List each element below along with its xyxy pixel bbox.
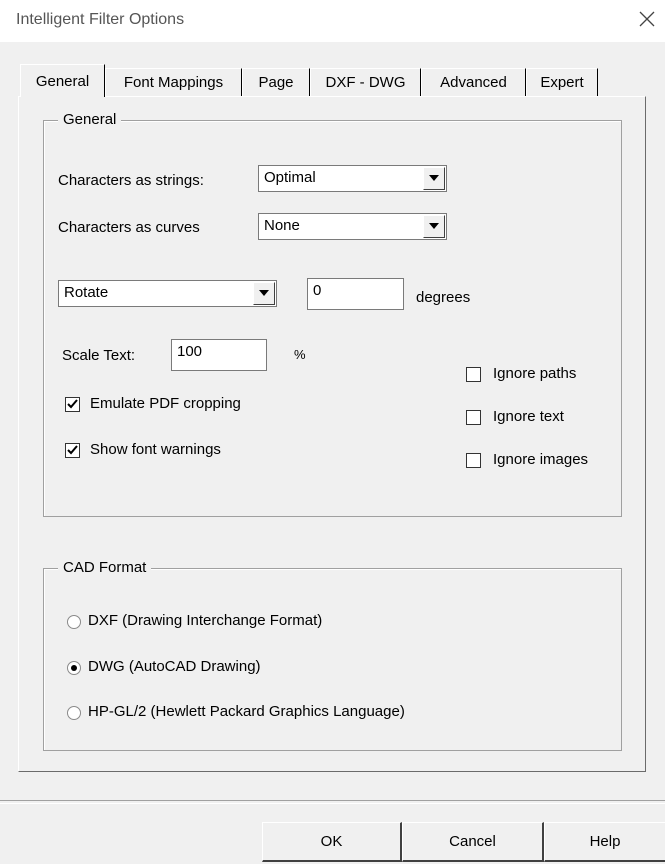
dxf-radio[interactable]: [67, 615, 81, 629]
hpgl-radio[interactable]: [67, 706, 81, 720]
chars-as-curves-value: None: [264, 217, 300, 234]
cad-format-group-title: CAD Format: [58, 559, 152, 576]
scale-text-label: Scale Text:: [62, 347, 136, 364]
general-group-title: General: [58, 111, 122, 128]
dwg-radio[interactable]: [67, 661, 81, 675]
rotate-degrees-input[interactable]: 0: [307, 278, 404, 310]
footer-separator: [0, 800, 665, 804]
degrees-unit-label: degrees: [416, 289, 471, 306]
chars-as-strings-value: Optimal: [264, 169, 316, 186]
rotate-value: Rotate: [64, 284, 109, 301]
tab-dxf-dwg-label: DXF - DWG: [325, 74, 406, 91]
dwg-radio-label: DWG (AutoCAD Drawing): [88, 658, 261, 675]
font-warnings-label: Show font warnings: [90, 441, 221, 458]
cancel-button[interactable]: Cancel: [402, 822, 544, 862]
chars-as-strings-select[interactable]: Optimal: [258, 165, 447, 192]
font-warnings-checkbox[interactable]: [65, 443, 80, 458]
tab-dxf-dwg[interactable]: DXF - DWG: [310, 68, 421, 96]
percent-unit-label: %: [294, 347, 306, 362]
hpgl-radio-label: HP-GL/2 (Hewlett Packard Graphics Langua…: [88, 703, 405, 720]
tab-expert-label: Expert: [540, 74, 584, 91]
tab-general[interactable]: General: [20, 64, 105, 97]
tab-font-mappings[interactable]: Font Mappings: [105, 68, 242, 96]
ok-button[interactable]: OK: [262, 822, 402, 862]
ignore-text-label: Ignore text: [493, 408, 564, 425]
chars-as-curves-select[interactable]: None: [258, 213, 447, 240]
help-button[interactable]: Help: [544, 822, 665, 862]
dxf-radio-label: DXF (Drawing Interchange Format): [88, 612, 323, 629]
ignore-paths-label: Ignore paths: [493, 365, 577, 382]
scale-text-input[interactable]: 100: [171, 339, 267, 371]
general-group: General Characters as strings: Optimal C…: [43, 111, 622, 517]
ignore-images-label: Ignore images: [493, 451, 589, 468]
tab-page[interactable]: Page: [242, 68, 310, 96]
ignore-images-checkbox[interactable]: [466, 453, 481, 468]
rotate-select[interactable]: Rotate: [58, 280, 277, 307]
tab-panel-general: General Characters as strings: Optimal C…: [18, 96, 646, 772]
chars-as-strings-label: Characters as strings:: [58, 172, 204, 189]
window-title: Intelligent Filter Options: [16, 11, 185, 28]
dialog-client-area: General Font Mappings Page DXF - DWG Adv…: [0, 42, 665, 864]
title-bar: Intelligent Filter Options: [0, 0, 665, 42]
ignore-paths-checkbox[interactable]: [466, 367, 481, 382]
radio-selected-dot: [71, 665, 77, 671]
chevron-down-icon[interactable]: [253, 282, 275, 305]
tab-general-label: General: [35, 73, 90, 90]
chevron-down-icon[interactable]: [423, 215, 445, 238]
tab-advanced-label: Advanced: [440, 74, 507, 91]
emulate-pdf-label: Emulate PDF cropping: [90, 395, 241, 412]
tab-page-label: Page: [258, 74, 294, 91]
emulate-pdf-checkbox[interactable]: [65, 397, 80, 412]
close-icon[interactable]: [634, 6, 660, 32]
chevron-down-icon[interactable]: [423, 167, 445, 190]
tab-font-mappings-label: Font Mappings: [123, 74, 224, 91]
ignore-text-checkbox[interactable]: [466, 410, 481, 425]
tab-advanced[interactable]: Advanced: [421, 68, 526, 96]
tab-expert[interactable]: Expert: [526, 68, 598, 96]
cad-format-group: CAD Format DXF (Drawing Interchange Form…: [43, 559, 622, 751]
chars-as-curves-label: Characters as curves: [58, 219, 200, 236]
